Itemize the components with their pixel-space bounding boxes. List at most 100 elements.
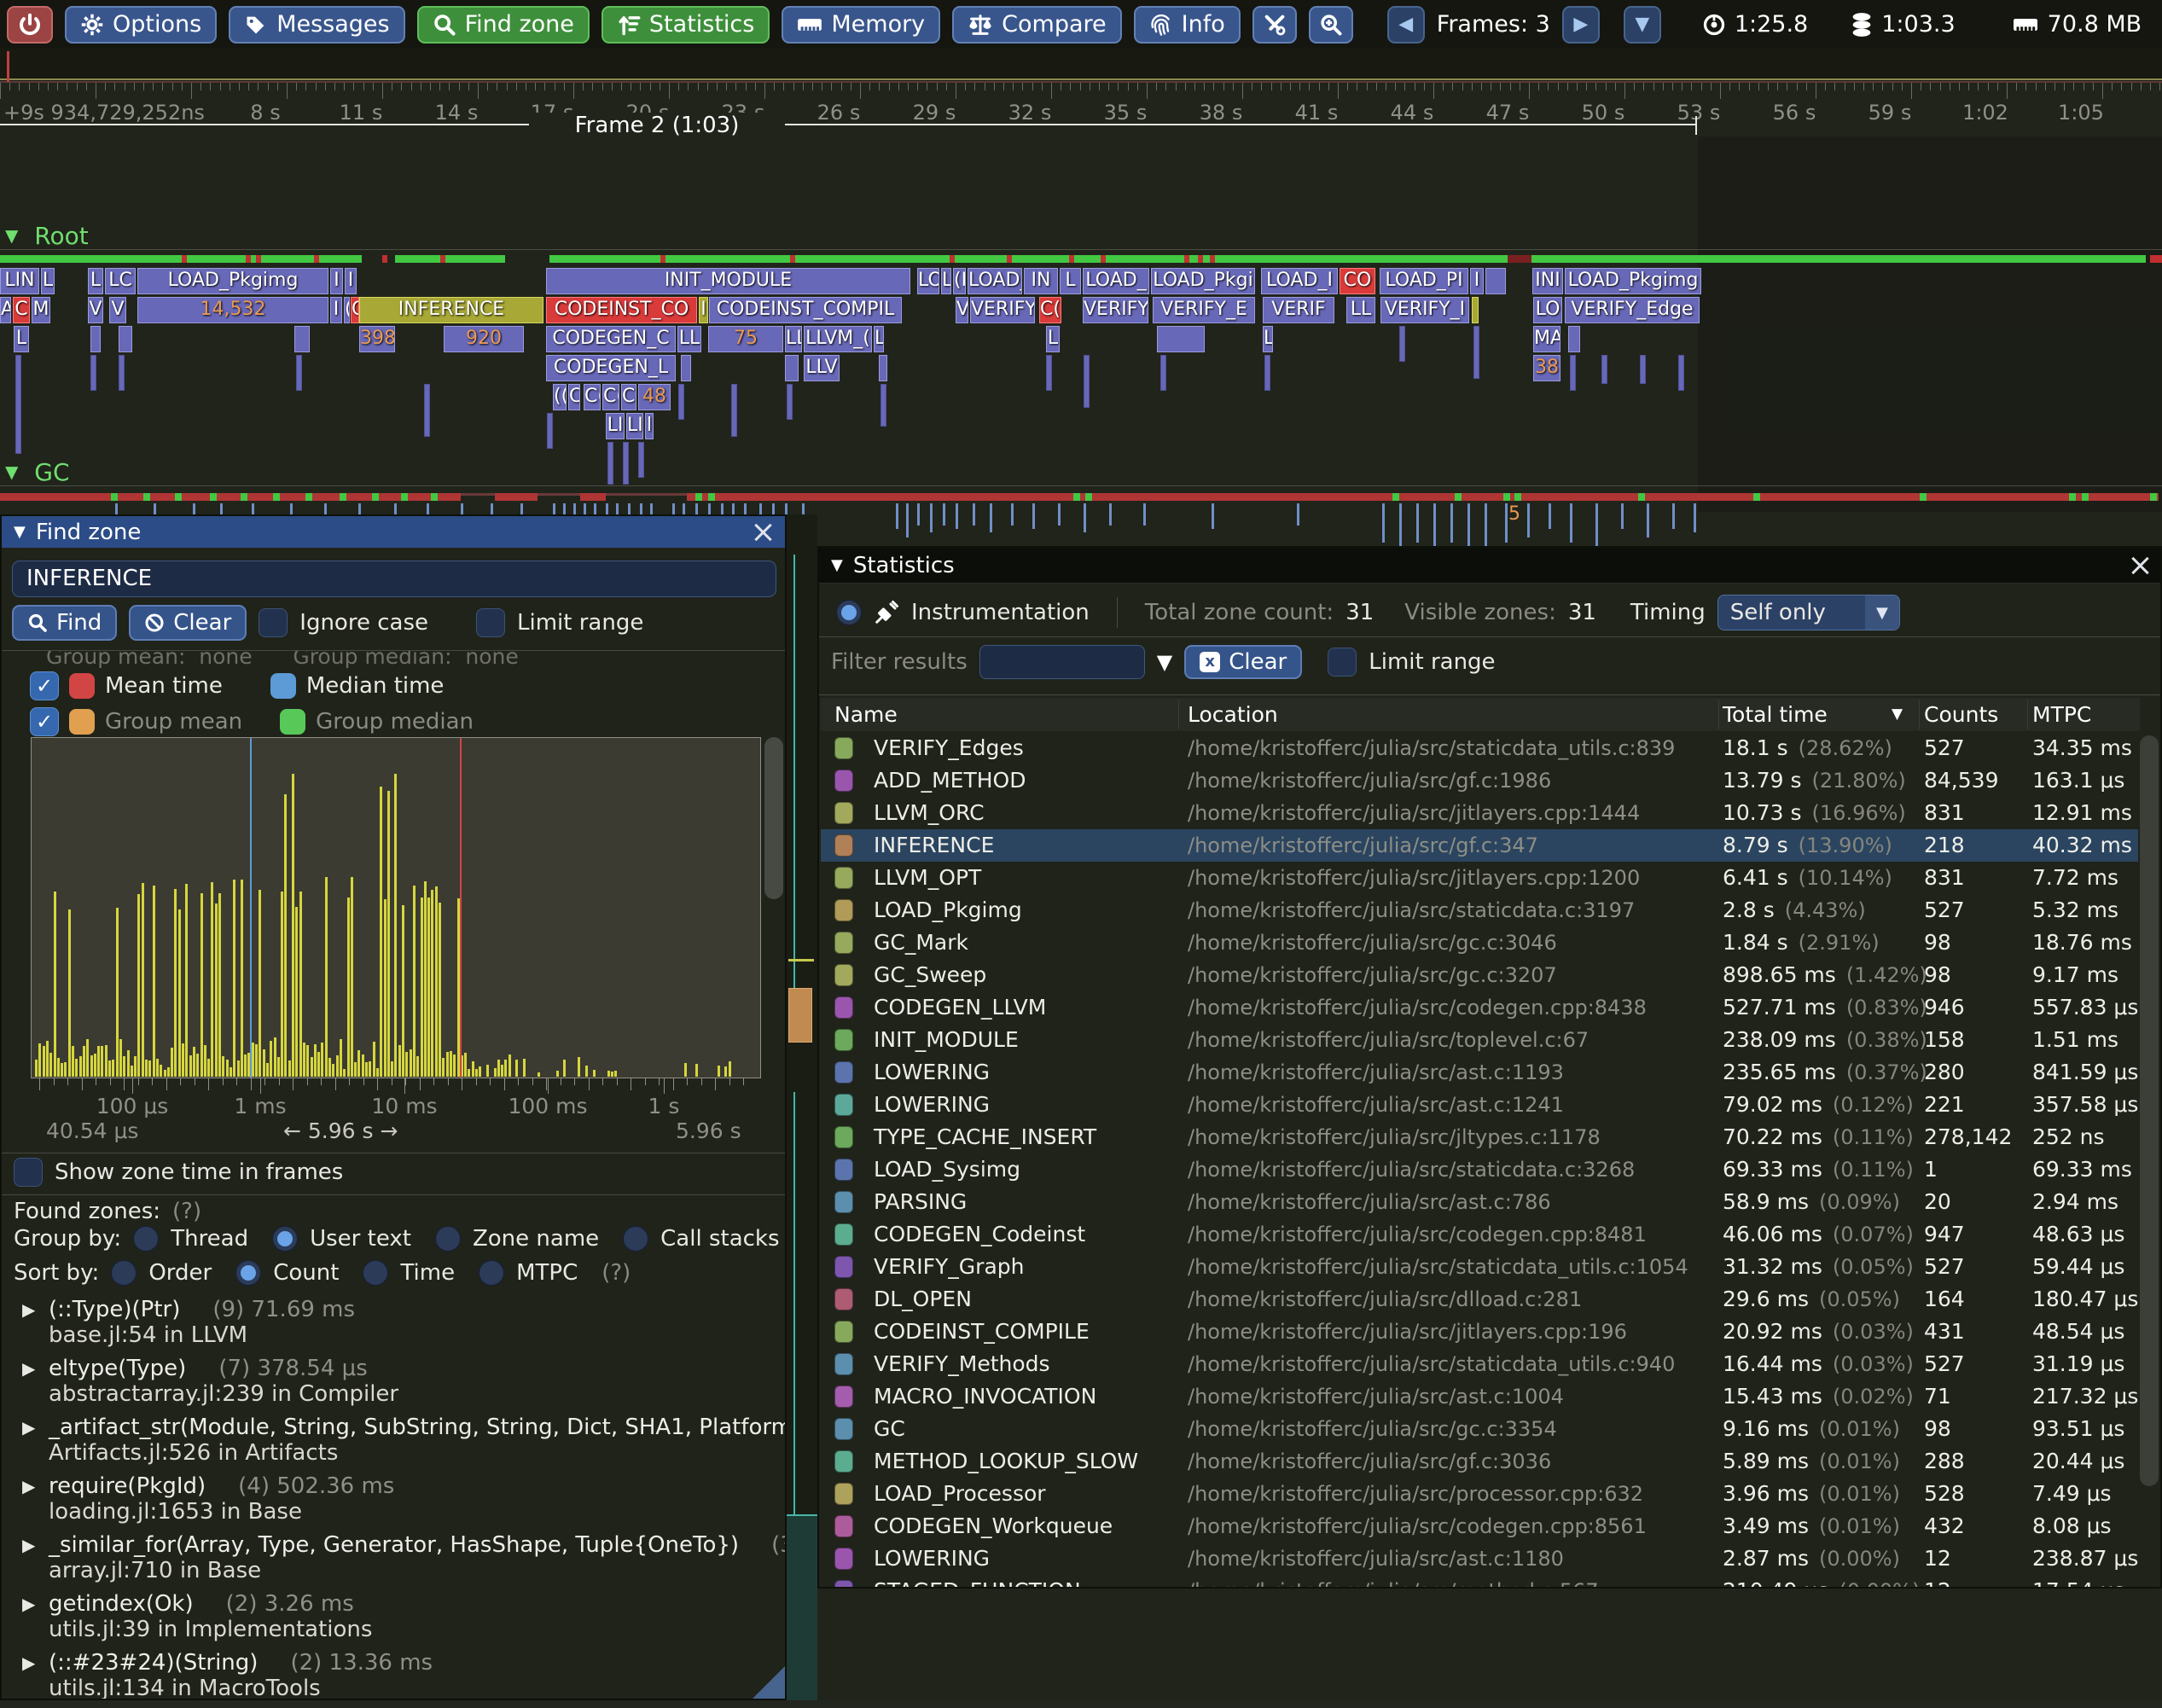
table-row[interactable]: VERIFY_Edges/home/kristofferc/julia/src/… — [821, 732, 2138, 764]
zone[interactable]: 920 — [444, 326, 524, 352]
zone[interactable]: I — [345, 268, 357, 294]
gc-event-tick[interactable] — [1109, 503, 1112, 526]
table-row[interactable]: VERIFY_Graph/home/kristofferc/julia/src/… — [821, 1251, 2138, 1283]
gc-event-tick[interactable] — [1011, 503, 1014, 526]
gc-event-tick[interactable] — [1505, 503, 1508, 543]
gc-event-tick[interactable] — [1058, 503, 1061, 526]
gc-event-tick[interactable] — [1143, 503, 1146, 526]
resize-grip[interactable] — [753, 1666, 785, 1699]
gc-event-tick[interactable] — [1032, 503, 1035, 529]
expand-arrow-icon[interactable]: ▶ — [22, 1358, 35, 1379]
gc-event-tick[interactable] — [930, 503, 933, 532]
table-row[interactable]: LOWERING/home/kristofferc/julia/src/ast.… — [821, 1542, 2138, 1575]
statistics-button[interactable]: Statistics — [602, 6, 770, 44]
zone[interactable] — [294, 326, 310, 352]
group-by-radio-zone-name[interactable] — [435, 1226, 461, 1252]
zone[interactable]: INIT_MODULE — [546, 268, 910, 294]
zone[interactable]: L — [874, 326, 884, 352]
zone[interactable]: INFERENCE — [359, 297, 543, 323]
gc-event-tick[interactable] — [1382, 503, 1385, 543]
zone[interactable]: M — [32, 297, 50, 323]
gc-event-tick[interactable] — [1570, 503, 1572, 543]
zone[interactable]: CODEINST_CO — [546, 297, 697, 323]
group-by-radio-thread[interactable] — [133, 1226, 159, 1252]
column-header-total-time[interactable]: Total time — [1723, 698, 1828, 731]
show-zone-time-checkbox[interactable] — [14, 1158, 43, 1187]
zone[interactable] — [90, 326, 101, 352]
zone[interactable]: l — [645, 413, 654, 439]
gc-event-tick[interactable] — [1467, 503, 1470, 551]
zone[interactable]: 48 — [638, 384, 671, 410]
table-row[interactable]: CODEINST_COMPILE/home/kristofferc/julia/… — [821, 1316, 2138, 1348]
zone[interactable]: VERIFY_I — [1380, 297, 1469, 323]
sort-by-radio-mtpc[interactable] — [479, 1260, 504, 1286]
zone[interactable]: CO — [1340, 268, 1375, 294]
gc-event-tick[interactable] — [906, 503, 909, 537]
table-row[interactable]: GC_Mark/home/kristofferc/julia/src/gc.c:… — [821, 927, 2138, 959]
zone[interactable]: CODEGEN_L — [546, 355, 676, 381]
zone[interactable]: I — [330, 297, 342, 323]
zone[interactable]: C — [568, 384, 580, 410]
gc-event-tick[interactable] — [1450, 503, 1453, 543]
gc-event-tick[interactable] — [973, 503, 975, 526]
frame-bar-segment[interactable] — [1531, 255, 2146, 263]
filter-clear-button[interactable]: x Clear — [1184, 645, 1302, 679]
gc-event-tick[interactable] — [1694, 503, 1696, 532]
found-zone-name[interactable]: eltype(Type)(7) 378.54 μs — [49, 1356, 368, 1381]
zone[interactable]: I — [699, 297, 708, 323]
sort-by-radio-time[interactable] — [363, 1260, 388, 1286]
expand-arrow-icon[interactable]: ▶ — [22, 1535, 35, 1555]
frame-time-strip[interactable] — [0, 49, 2162, 83]
column-header-name[interactable]: Name — [834, 698, 898, 731]
zone[interactable] — [1485, 268, 1506, 294]
median-time-swatch[interactable] — [270, 673, 296, 699]
zone[interactable] — [1472, 297, 1479, 323]
filter-input[interactable] — [979, 645, 1145, 679]
find-button[interactable]: Find — [12, 605, 117, 641]
table-row[interactable]: CODEGEN_LLVM/home/kristofferc/julia/src/… — [821, 991, 2138, 1024]
expand-arrow-icon[interactable]: ▶ — [22, 1299, 35, 1320]
frame-bar-segment[interactable] — [549, 255, 1508, 263]
zone[interactable] — [119, 326, 132, 352]
ignore-case-checkbox[interactable] — [259, 608, 288, 637]
gc-event-tick[interactable] — [943, 503, 945, 526]
table-row[interactable]: STAGED_FUNCTION/home/kristofferc/julia/s… — [821, 1575, 2138, 1589]
found-zone-name[interactable]: require(PkgId)(4) 502.36 ms — [49, 1473, 394, 1499]
zone[interactable]: V — [88, 297, 103, 323]
gc-event-tick[interactable] — [1621, 503, 1624, 529]
timing-dropdown[interactable]: Self only ▼ — [1717, 595, 1900, 630]
zone[interactable]: VERIFY — [1083, 297, 1148, 323]
zone[interactable]: C( — [621, 384, 636, 410]
zone[interactable]: C — [351, 297, 359, 323]
zone[interactable]: 38 — [1533, 355, 1560, 381]
compare-button[interactable]: Compare — [952, 6, 1121, 44]
found-zone-name[interactable]: getindex(Ok)(2) 3.26 ms — [49, 1591, 354, 1617]
zone[interactable]: I — [330, 268, 343, 294]
zone[interactable]: VERIF — [1263, 297, 1334, 323]
zone[interactable] — [681, 355, 691, 381]
zone[interactable] — [785, 355, 799, 381]
zone[interactable]: LL — [677, 326, 701, 352]
clear-button[interactable]: Clear — [129, 605, 247, 641]
close-icon[interactable] — [753, 521, 773, 542]
zone[interactable]: C( — [602, 384, 619, 410]
zone[interactable]: LOAD_Pkgimg — [1565, 268, 1701, 294]
zone[interactable]: LO — [917, 268, 939, 294]
table-row[interactable]: LOAD_Pkgimg/home/kristofferc/julia/src/s… — [821, 894, 2138, 927]
zone[interactable]: LLVM_( — [804, 326, 872, 352]
zone[interactable] — [879, 355, 887, 381]
frame-bar-segment[interactable] — [0, 255, 362, 263]
zone[interactable]: LOAD_PI — [1380, 268, 1468, 294]
collapse-triangle-icon[interactable]: ▼ — [14, 523, 26, 541]
gc-event-tick[interactable] — [990, 503, 992, 532]
sort-by-radio-count[interactable] — [235, 1260, 261, 1286]
gc-event-tick[interactable] — [917, 503, 920, 526]
zone[interactable]: LO — [1533, 297, 1562, 323]
sort-by-radio-order[interactable] — [111, 1260, 137, 1286]
table-row[interactable]: LOAD_Sysimg/home/kristofferc/julia/src/s… — [821, 1153, 2138, 1186]
zone[interactable]: LL — [785, 326, 802, 352]
help-icon[interactable]: (?) — [602, 1260, 631, 1286]
group-median-swatch[interactable] — [280, 709, 305, 735]
found-zone-name[interactable]: _artifact_str(Module, String, SubString,… — [49, 1415, 787, 1440]
gc-event-tick[interactable] — [1527, 503, 1530, 537]
